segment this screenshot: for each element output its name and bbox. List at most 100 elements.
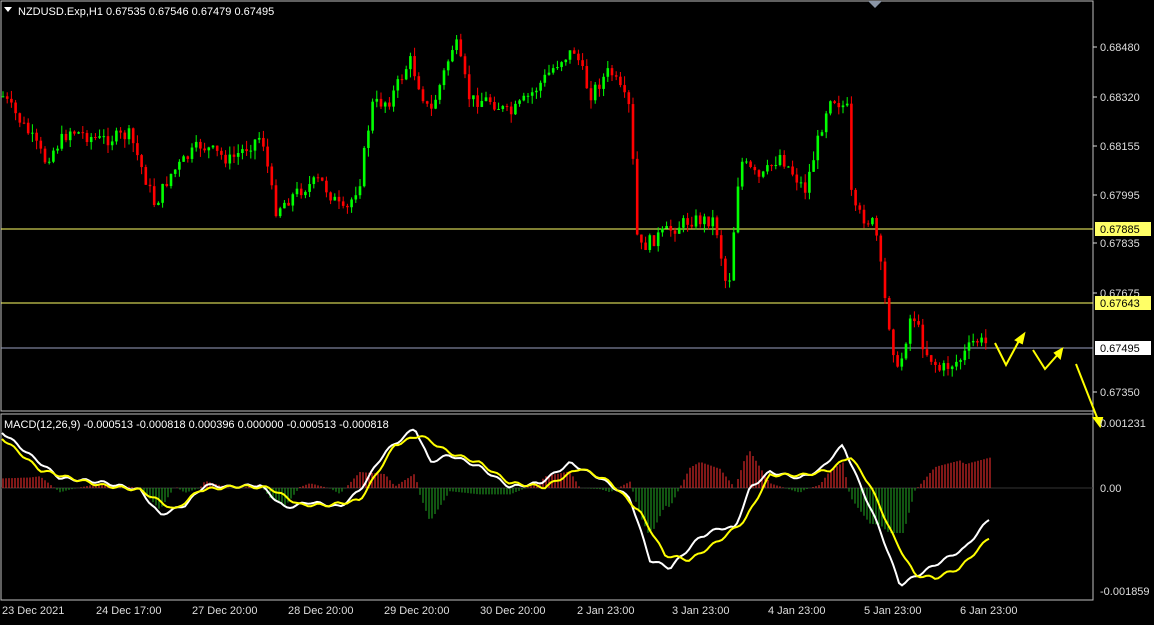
candle-body: [669, 225, 673, 231]
candle-body: [850, 103, 853, 190]
candle-body: [501, 106, 505, 109]
macd-panel[interactable]: [0, 413, 1094, 601]
candle-body: [257, 137, 261, 140]
candle-body: [917, 321, 920, 325]
candle-body: [81, 132, 85, 134]
time-label: 3 Jan 23:00: [672, 605, 730, 617]
candle-body: [799, 182, 803, 184]
candle-body: [157, 202, 160, 206]
chart-menu-dropdown-icon[interactable]: [4, 7, 12, 12]
candle-body: [623, 85, 626, 93]
candle-body: [606, 68, 610, 77]
candle-body: [425, 101, 429, 104]
candle-body: [593, 84, 597, 101]
candle-body: [770, 165, 773, 167]
candle-body: [379, 98, 383, 107]
candle-body: [619, 76, 622, 86]
candle-body: [522, 95, 526, 101]
level-tag-67643: 0.67643: [1100, 298, 1140, 310]
candle-body: [283, 202, 286, 209]
candle-body: [484, 97, 488, 101]
candle-body: [5, 96, 9, 99]
candle-body: [375, 98, 379, 102]
candle-body: [740, 161, 744, 187]
candle-body: [22, 122, 26, 124]
time-label: 6 Jan 23:00: [960, 605, 1018, 617]
candle-body: [421, 89, 425, 102]
macd-tick: -0.001859: [1100, 586, 1150, 598]
candle-body: [207, 147, 211, 151]
candle-body: [908, 318, 912, 344]
candle-body: [686, 218, 689, 225]
shift-marker-icon[interactable]: [868, 1, 882, 8]
candle-body: [665, 225, 668, 229]
candle-body: [249, 150, 253, 152]
candle-body: [640, 234, 643, 243]
candle-body: [526, 95, 530, 97]
candle-body: [589, 88, 593, 101]
candle-body: [480, 100, 484, 107]
candle-body: [367, 130, 370, 148]
candle-body: [194, 141, 198, 148]
candle-body: [442, 70, 446, 86]
chart-window[interactable]: 0.68480 0.68320 0.68155 0.67995 0.67835 …: [0, 0, 1154, 620]
candle-body: [875, 218, 878, 236]
macd-tick: 0.001231: [1100, 418, 1146, 430]
candle-body: [509, 106, 513, 115]
candle-body: [505, 106, 509, 108]
candle-body: [350, 199, 353, 208]
candle-body: [946, 363, 950, 369]
candle-body: [959, 360, 962, 362]
candle-body: [127, 128, 131, 140]
candle-body: [812, 160, 815, 172]
candle-body: [77, 132, 80, 134]
candle-body: [950, 366, 954, 369]
candle-body: [245, 149, 248, 152]
candle-body: [547, 72, 551, 75]
candle-body: [47, 161, 51, 163]
candle-body: [115, 130, 118, 142]
candle-body: [854, 189, 857, 206]
chart-canvas[interactable]: 0.68480 0.68320 0.68155 0.67995 0.67835 …: [0, 0, 1154, 620]
candle-body: [858, 205, 862, 210]
macd-tick: 0.00: [1100, 483, 1121, 495]
candle-body: [94, 137, 97, 139]
candle-body: [417, 76, 421, 90]
candle-body: [404, 69, 408, 80]
candle-body: [89, 137, 93, 143]
candle-body: [346, 205, 349, 208]
candle-body: [787, 166, 790, 168]
candle-body: [262, 137, 265, 147]
candle-body: [648, 235, 652, 250]
candle-body: [766, 165, 769, 172]
candle-body: [329, 192, 332, 201]
candle-body: [782, 155, 786, 167]
candle-body: [182, 156, 185, 162]
candle-body: [308, 184, 311, 192]
candle-body: [841, 105, 845, 108]
candle-body: [820, 132, 824, 136]
candle-body: [715, 217, 719, 236]
candle-body: [694, 215, 698, 227]
candle-body: [304, 191, 307, 196]
candle-body: [761, 171, 765, 177]
candle-body: [18, 113, 22, 123]
price-tick: 0.68155: [1100, 141, 1140, 153]
candle-body: [719, 235, 723, 259]
candle-body: [845, 103, 849, 106]
candle-body: [980, 337, 983, 343]
candle-body: [837, 103, 841, 108]
candle-body: [123, 132, 127, 140]
candle-body: [556, 67, 559, 69]
candle-body: [707, 216, 710, 227]
candle-body: [585, 66, 589, 89]
candle-body: [131, 128, 135, 144]
candle-body: [791, 166, 794, 175]
candle-body: [866, 223, 870, 225]
candle-body: [211, 145, 215, 148]
main-price-panel[interactable]: [0, 0, 1094, 412]
candle-body: [451, 50, 454, 62]
time-label: 27 Dec 20:00: [192, 605, 257, 617]
candle-body: [476, 95, 479, 107]
candle-body: [673, 230, 677, 234]
